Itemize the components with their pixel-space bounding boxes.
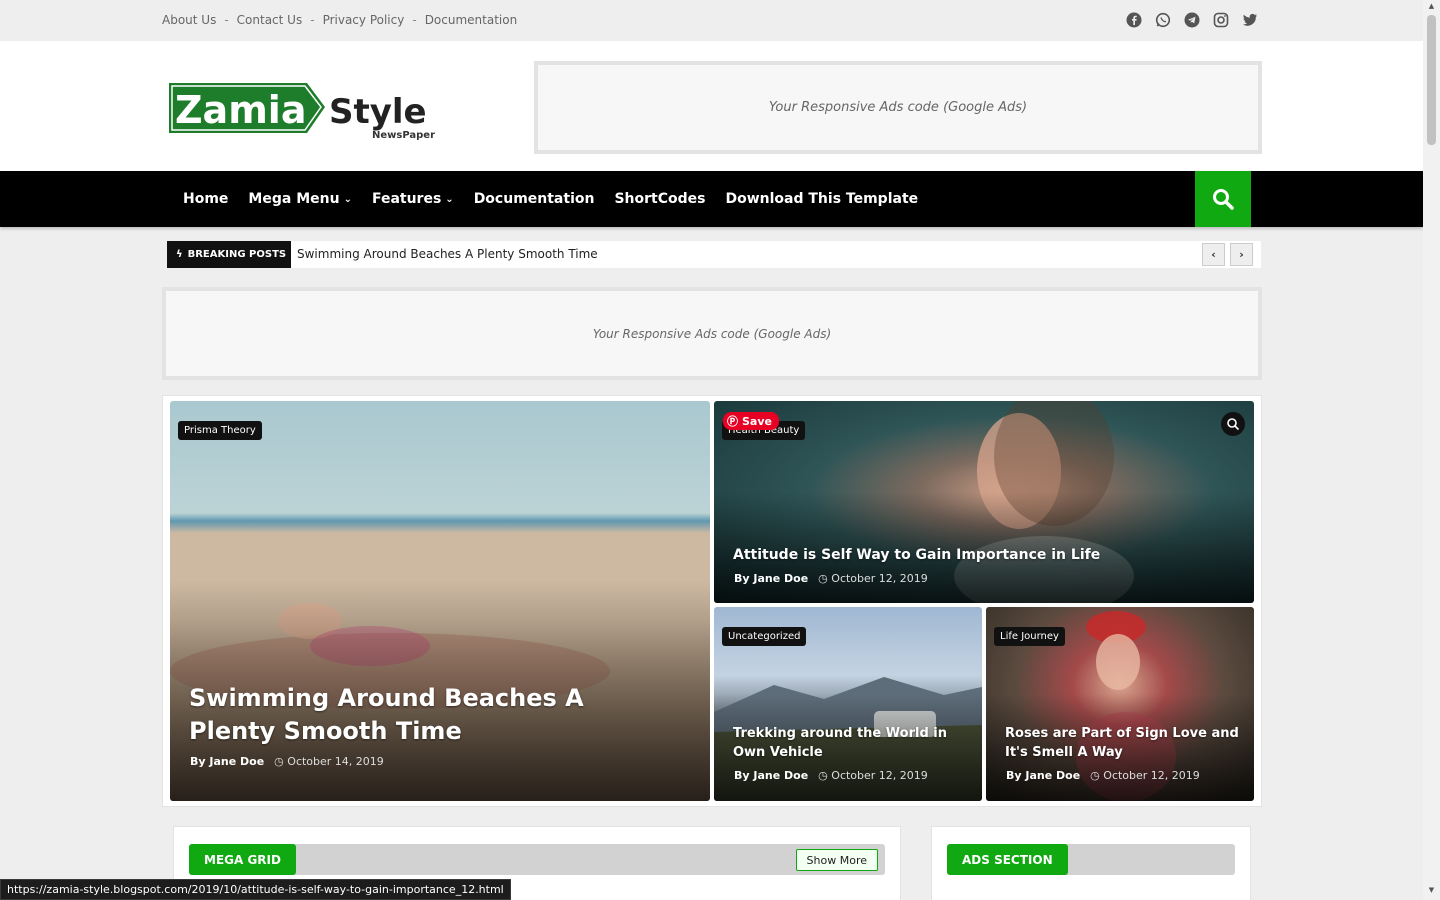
top-link-privacy[interactable]: Privacy Policy [323,13,405,27]
nav-item-features[interactable]: Features ⌄ [362,191,464,207]
section-title: MEGA GRID [189,844,296,875]
post-title[interactable]: Trekking around the World in Own Vehicle [733,724,963,762]
ticker-prev-button[interactable]: ‹ [1202,243,1225,266]
separator: - [224,13,229,27]
featured-card-3[interactable]: Uncategorized Trekking around the World … [714,607,982,801]
nav-item-label: Download This Template [725,191,919,207]
ads-section: ADS SECTION [931,826,1251,900]
pinterest-icon: Ⓟ [727,415,738,428]
nav-item-home[interactable]: Home [173,191,238,207]
nav-item-shortcodes[interactable]: ShortCodes [604,191,715,207]
featured-card-main[interactable]: Prisma Theory Swimming Around Beaches A … [170,401,710,801]
scroll-down-arrow-icon[interactable]: ▼ [1427,886,1436,896]
scrollbar-thumb[interactable] [1427,15,1436,145]
show-more-button[interactable]: Show More [795,849,878,871]
nav-item-download[interactable]: Download This Template [715,191,928,207]
post-author: By Jane Doe [1006,769,1081,782]
nav-item-label: Documentation [473,191,595,207]
nav-item-label: Mega Menu [248,191,340,207]
post-meta: By Jane Doe ◷ October 12, 2019 [734,572,928,585]
breaking-headline[interactable]: Swimming Around Beaches A Plenty Smooth … [297,247,598,261]
instagram-icon[interactable] [1213,12,1229,28]
post-meta: By Jane Doe ◷ October 12, 2019 [1006,769,1200,782]
top-link-documentation[interactable]: Documentation [425,13,518,27]
separator: - [412,13,417,27]
content-ad-slot: Your Responsive Ads code (Google Ads) [162,287,1262,380]
nav-menu: Home Mega Menu ⌄ Features ⌄ Documentation … [173,171,928,227]
link-status-url: https://zamia-style.blogspot.com/2019/10… [0,879,511,900]
section-title: ADS SECTION [947,844,1068,875]
pinterest-save-button[interactable]: Ⓟ Save [723,412,779,430]
search-button[interactable] [1195,171,1251,227]
telegram-icon[interactable] [1184,12,1200,28]
nav-item-label: Home [183,191,229,207]
chevron-down-icon: ⌄ [343,193,352,205]
main-navigation: Home Mega Menu ⌄ Features ⌄ Documentation … [0,171,1423,227]
breaking-label-text: BREAKING POSTS [187,249,287,260]
post-date: ◷ October 12, 2019 [1090,769,1200,782]
post-title[interactable]: Swimming Around Beaches A Plenty Smooth … [189,682,659,748]
post-title[interactable]: Roses are Part of Sign Love and It's Sme… [1005,724,1245,762]
post-date-text: October 12, 2019 [831,769,928,782]
nav-item-label: ShortCodes [614,191,706,207]
top-link-contact[interactable]: Contact Us [237,13,303,27]
post-date-text: October 12, 2019 [1103,769,1200,782]
logo-sub-text: NewsPaper [372,130,435,141]
post-meta: By Jane Doe ◷ October 14, 2019 [190,755,384,768]
bolt-icon: ϟ [176,249,183,260]
post-title[interactable]: Attitude is Self Way to Gain Importance … [733,546,1233,564]
page-scrollbar[interactable]: ▲ ▼ [1423,0,1440,900]
logo-accent-text: Style [329,92,427,132]
header-ad-slot: Your Responsive Ads code (Google Ads) [534,61,1262,154]
post-date-text: October 14, 2019 [287,755,384,768]
separator: - [310,13,315,27]
nav-item-label: Features [371,191,442,207]
top-bar: About Us - Contact Us - Privacy Policy -… [0,0,1423,41]
breaking-label: ϟ BREAKING POSTS [167,241,291,268]
post-date: ◷ October 14, 2019 [274,755,384,768]
search-icon [1213,189,1234,210]
section-header: ADS SECTION [947,844,1235,875]
post-author: By Jane Doe [734,769,809,782]
post-meta: By Jane Doe ◷ October 12, 2019 [734,769,928,782]
post-date: ◷ October 12, 2019 [818,769,928,782]
category-tag[interactable]: Prisma Theory [178,421,262,440]
top-links: About Us - Contact Us - Privacy Policy -… [162,13,517,27]
visual-search-icon[interactable] [1221,412,1245,436]
twitter-icon[interactable] [1242,12,1258,28]
site-header: Zamia Style NewsPaper Your Responsive Ad… [0,41,1423,171]
site-logo[interactable]: Zamia Style NewsPaper [167,81,437,143]
post-date-text: October 12, 2019 [831,572,928,585]
facebook-icon[interactable] [1126,12,1142,28]
chevron-down-icon: ⌄ [445,193,454,205]
scroll-up-arrow-icon[interactable]: ▲ [1427,2,1436,12]
category-tag[interactable]: Life Journey [994,627,1065,646]
logo-main-text: Zamia [175,88,306,132]
nav-item-documentation[interactable]: Documentation [464,191,605,207]
section-header: MEGA GRID Show More [189,844,885,875]
save-label: Save [742,414,772,428]
featured-card-4[interactable]: Life Journey Roses are Part of Sign Love… [986,607,1254,801]
breaking-news-ticker: ϟ BREAKING POSTS Swimming Around Beaches… [167,241,1261,268]
category-tag[interactable]: Uncategorized [722,627,807,646]
whatsapp-icon[interactable] [1155,12,1171,28]
top-link-about[interactable]: About Us [162,13,216,27]
post-author: By Jane Doe [190,755,265,768]
featured-card-2[interactable]: Health Beauty Ⓟ Save Attitude is Self Wa… [714,401,1254,603]
social-icons [1126,12,1258,28]
ticker-next-button[interactable]: › [1230,243,1253,266]
nav-item-mega-menu[interactable]: Mega Menu ⌄ [238,191,362,207]
post-date: ◷ October 12, 2019 [818,572,928,585]
post-author: By Jane Doe [734,572,809,585]
